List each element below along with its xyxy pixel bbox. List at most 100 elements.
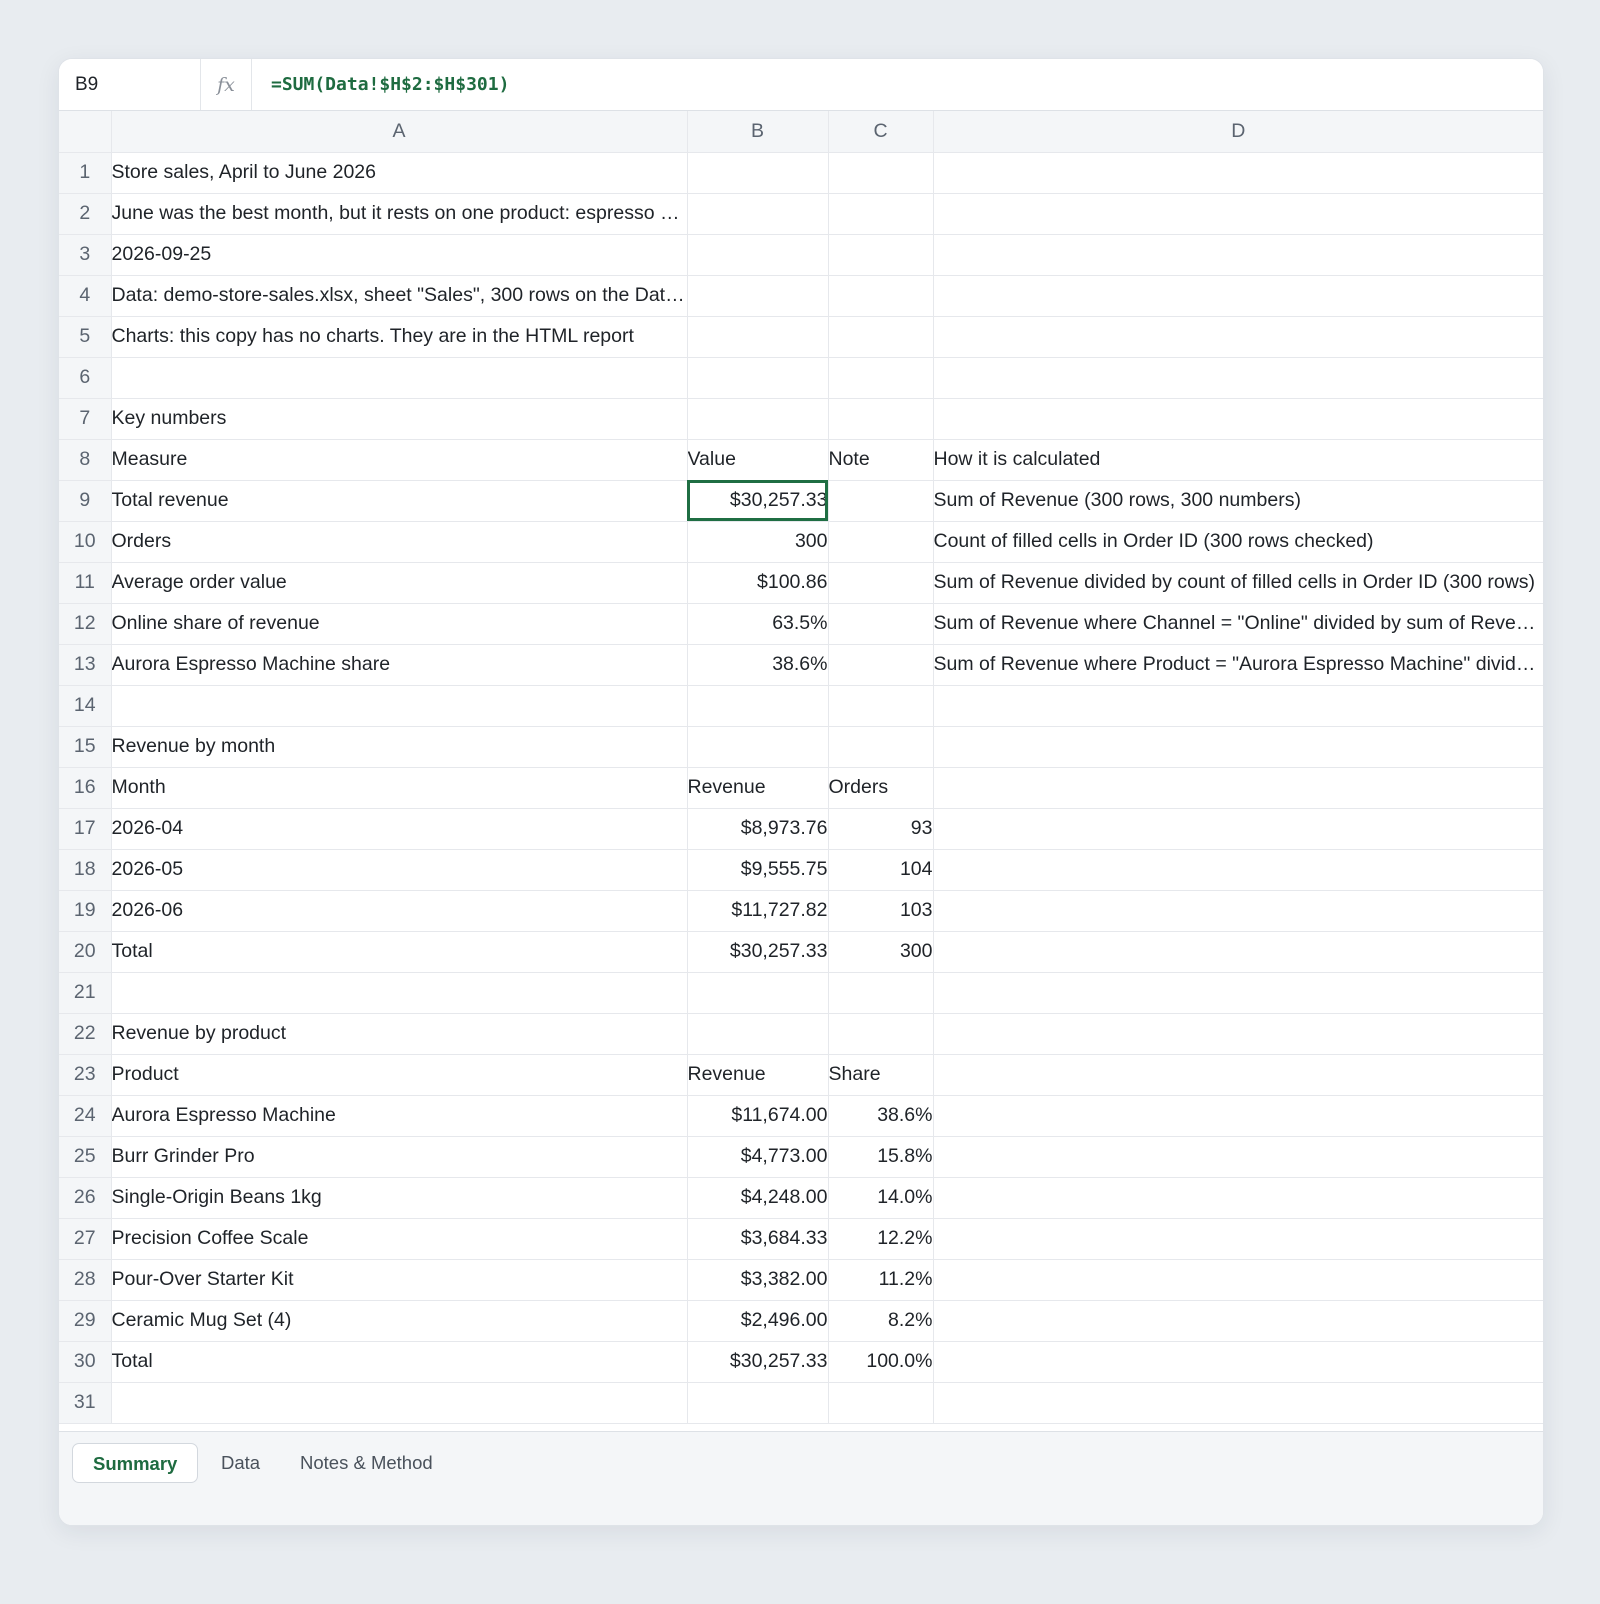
cell-d[interactable]	[933, 398, 1543, 440]
row-header[interactable]: 5	[59, 316, 112, 358]
cell-a[interactable]: 2026-06	[111, 890, 688, 932]
row-header[interactable]: 28	[59, 1259, 112, 1301]
cell-c[interactable]: 12.2%	[828, 1218, 934, 1260]
cell-b[interactable]: $11,727.82	[687, 890, 829, 932]
row-header[interactable]: 20	[59, 931, 112, 973]
cell-b[interactable]: $30,257.33	[687, 931, 829, 973]
row-header[interactable]: 6	[59, 357, 112, 399]
cell-a[interactable]: Burr Grinder Pro	[111, 1136, 688, 1178]
cell-c[interactable]: 103	[828, 890, 934, 932]
cell-b[interactable]	[687, 726, 829, 768]
row-header[interactable]: 31	[59, 1382, 112, 1424]
cell-a[interactable]: Store sales, April to June 2026	[111, 152, 688, 194]
row-header[interactable]: 14	[59, 685, 112, 727]
cell-d[interactable]	[933, 1300, 1543, 1342]
cell-b[interactable]	[687, 357, 829, 399]
cell-a[interactable]: Data: demo-store-sales.xlsx, sheet "Sale…	[111, 275, 688, 317]
cell-b[interactable]: $9,555.75	[687, 849, 829, 891]
cell-c[interactable]: 14.0%	[828, 1177, 934, 1219]
tab-summary[interactable]: Summary	[72, 1443, 199, 1483]
cell-b[interactable]: $3,382.00	[687, 1259, 829, 1301]
cell-a[interactable]: June was the best month, but it rests on…	[111, 193, 688, 235]
cell-a[interactable]: 2026-09-25	[111, 234, 688, 276]
row-header[interactable]: 30	[59, 1341, 112, 1383]
cell-b[interactable]	[687, 316, 829, 358]
cell-a[interactable]: Single-Origin Beans 1kg	[111, 1177, 688, 1219]
cell-d[interactable]	[933, 1218, 1543, 1260]
cell-d[interactable]	[933, 849, 1543, 891]
cell-b[interactable]: 38.6%	[687, 644, 829, 686]
cell-c[interactable]	[828, 562, 934, 604]
cell-a[interactable]: Product	[111, 1054, 688, 1096]
row-header[interactable]: 29	[59, 1300, 112, 1342]
cell-b-selected[interactable]: $30,257.33	[687, 480, 829, 522]
cell-a[interactable]: Total revenue	[111, 480, 688, 522]
cell-c[interactable]	[828, 972, 934, 1014]
cell-c[interactable]: Note	[828, 439, 934, 481]
cell-d[interactable]	[933, 193, 1543, 235]
cell-d[interactable]: Sum of Revenue where Channel = "Online" …	[933, 603, 1543, 645]
cell-d[interactable]: Sum of Revenue (300 rows, 300 numbers)	[933, 480, 1543, 522]
cell-a[interactable]: Month	[111, 767, 688, 809]
row-header[interactable]: 1	[59, 152, 112, 194]
row-header[interactable]: 13	[59, 644, 112, 686]
cell-a[interactable]: 2026-05	[111, 849, 688, 891]
cell-b[interactable]	[687, 234, 829, 276]
column-header-d[interactable]: D	[933, 111, 1543, 153]
cell-b[interactable]	[687, 193, 829, 235]
cell-b[interactable]: 63.5%	[687, 603, 829, 645]
cell-b[interactable]	[687, 1382, 829, 1424]
cell-b[interactable]	[687, 1013, 829, 1055]
cell-a[interactable]: Pour-Over Starter Kit	[111, 1259, 688, 1301]
cell-c[interactable]: Share	[828, 1054, 934, 1096]
cell-b[interactable]: Revenue	[687, 767, 829, 809]
cell-d[interactable]	[933, 1095, 1543, 1137]
cell-a[interactable]: Measure	[111, 439, 688, 481]
cell-d[interactable]: Count of filled cells in Order ID (300 r…	[933, 521, 1543, 563]
row-header[interactable]: 9	[59, 480, 112, 522]
cell-c[interactable]	[828, 234, 934, 276]
row-header[interactable]: 8	[59, 439, 112, 481]
cell-d[interactable]	[933, 234, 1543, 276]
cell-d[interactable]	[933, 1177, 1543, 1219]
cell-c[interactable]	[828, 152, 934, 194]
cell-a[interactable]: Average order value	[111, 562, 688, 604]
cell-c[interactable]	[828, 1013, 934, 1055]
cell-a[interactable]	[111, 972, 688, 1014]
cell-c[interactable]	[828, 1382, 934, 1424]
cell-b[interactable]	[687, 152, 829, 194]
cell-c[interactable]: 15.8%	[828, 1136, 934, 1178]
cell-c[interactable]	[828, 644, 934, 686]
formula-input[interactable]: =SUM(Data!$H$2:$H$301)	[252, 59, 1543, 110]
cell-c[interactable]	[828, 398, 934, 440]
cell-a[interactable]	[111, 1382, 688, 1424]
cell-a[interactable]: Precision Coffee Scale	[111, 1218, 688, 1260]
cell-d[interactable]	[933, 316, 1543, 358]
row-header[interactable]: 22	[59, 1013, 112, 1055]
column-header-c[interactable]: C	[828, 111, 934, 153]
row-header[interactable]: 24	[59, 1095, 112, 1137]
cell-c[interactable]: 300	[828, 931, 934, 973]
cell-b[interactable]: Revenue	[687, 1054, 829, 1096]
cell-b[interactable]	[687, 972, 829, 1014]
cell-d[interactable]	[933, 726, 1543, 768]
cell-a[interactable]: Orders	[111, 521, 688, 563]
cell-c[interactable]: 11.2%	[828, 1259, 934, 1301]
row-header[interactable]: 18	[59, 849, 112, 891]
cell-c[interactable]	[828, 603, 934, 645]
cell-d[interactable]	[933, 1013, 1543, 1055]
cell-c[interactable]	[828, 275, 934, 317]
row-header[interactable]: 4	[59, 275, 112, 317]
cell-d[interactable]	[933, 1259, 1543, 1301]
row-header[interactable]: 21	[59, 972, 112, 1014]
cell-d[interactable]	[933, 808, 1543, 850]
cell-c[interactable]: 100.0%	[828, 1341, 934, 1383]
row-header[interactable]: 16	[59, 767, 112, 809]
cell-d[interactable]: Sum of Revenue divided by count of fille…	[933, 562, 1543, 604]
cell-b[interactable]: $4,248.00	[687, 1177, 829, 1219]
cell-d[interactable]	[933, 1382, 1543, 1424]
cell-d[interactable]	[933, 1136, 1543, 1178]
row-header[interactable]: 23	[59, 1054, 112, 1096]
row-header[interactable]: 19	[59, 890, 112, 932]
name-box[interactable]: B9	[59, 59, 201, 110]
